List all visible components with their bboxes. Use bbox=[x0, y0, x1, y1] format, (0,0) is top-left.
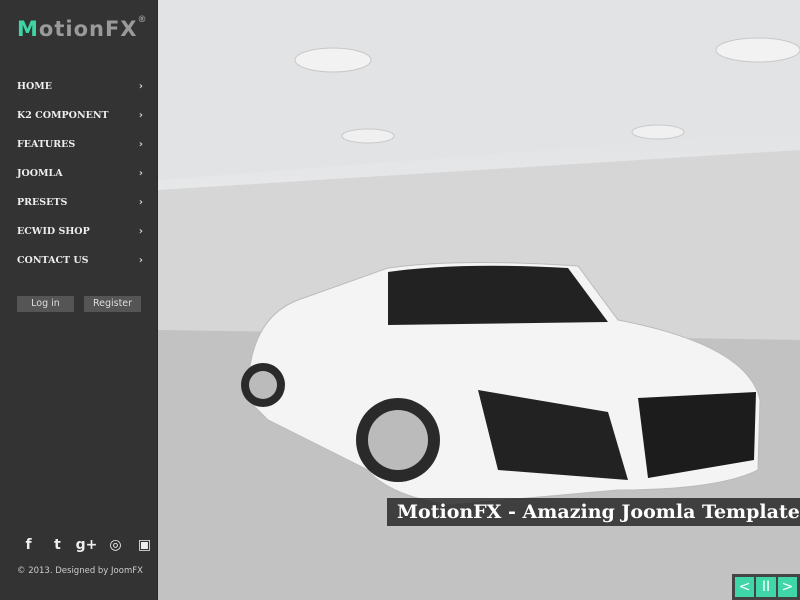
chevron-right-icon: › bbox=[138, 110, 143, 121]
next-slide-button[interactable]: > bbox=[777, 577, 797, 597]
chevron-right-icon: › bbox=[138, 81, 143, 92]
chevron-right-icon: › bbox=[138, 255, 143, 266]
sidebar: MotionFX® HOME › K2 COMPONENT › FEATURES › … bbox=[0, 0, 158, 600]
login-button[interactable]: Log in bbox=[17, 296, 74, 312]
google-plus-icon[interactable]: g+ bbox=[72, 537, 101, 553]
main-nav: HOME › K2 COMPONENT › FEATURES › JOOMLA › PR… bbox=[17, 72, 143, 275]
nav-presets[interactable]: PRESETS › bbox=[17, 188, 143, 217]
chevron-right-icon: › bbox=[138, 168, 143, 179]
auth-buttons: Log in Register bbox=[17, 296, 141, 312]
register-button[interactable]: Register bbox=[84, 296, 141, 312]
pause-slide-button[interactable]: II bbox=[756, 577, 776, 597]
nav-features[interactable]: FEATURES › bbox=[17, 130, 143, 159]
chevron-right-icon: › bbox=[138, 139, 143, 150]
nav-contact-us[interactable]: CONTACT US › bbox=[17, 246, 143, 275]
chevron-right-icon: › bbox=[138, 226, 143, 237]
nav-ecwid-shop[interactable]: ECWID SHOP › bbox=[17, 217, 143, 246]
prev-slide-button[interactable]: < bbox=[735, 577, 755, 597]
social-links: f t g+ ◎ ▣ bbox=[14, 537, 159, 553]
chevron-right-icon: › bbox=[138, 197, 143, 208]
facebook-icon[interactable]: f bbox=[14, 537, 43, 553]
slide-caption: MotionFX - Amazing Joomla Template bbox=[387, 498, 800, 526]
dribbble-icon[interactable]: ◎ bbox=[101, 537, 130, 553]
slider-controls: < II > bbox=[732, 574, 800, 600]
nav-joomla[interactable]: JOOMLA › bbox=[17, 159, 143, 188]
copyright: © 2013. Designed by JoomFX bbox=[17, 566, 143, 576]
nav-home[interactable]: HOME › bbox=[17, 72, 143, 101]
youtube-icon[interactable]: ▣ bbox=[130, 537, 159, 553]
logo[interactable]: MotionFX® bbox=[17, 15, 147, 41]
nav-k2-component[interactable]: K2 COMPONENT › bbox=[17, 101, 143, 130]
twitter-icon[interactable]: t bbox=[43, 537, 72, 553]
